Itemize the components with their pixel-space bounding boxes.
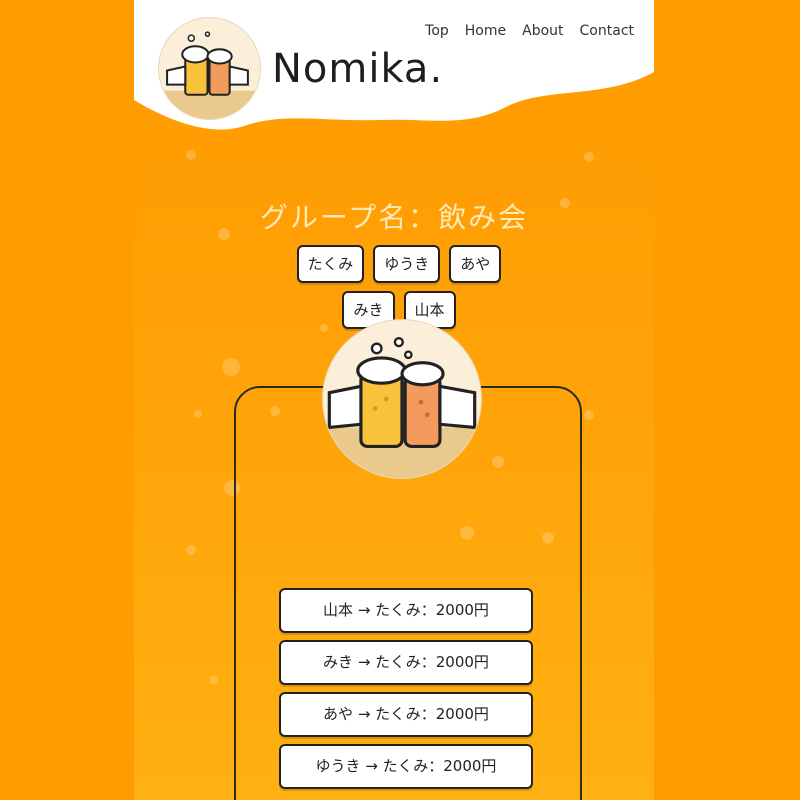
bubble-decoration [186, 545, 196, 555]
beer-toast-illustration-icon [323, 336, 481, 478]
nav-top[interactable]: Top [425, 23, 449, 39]
beer-toast-illustration [323, 320, 481, 478]
bubble-decoration [210, 676, 218, 684]
nav-home[interactable]: Home [465, 23, 506, 39]
member-chip[interactable]: あや [449, 245, 502, 283]
payment-item: みき → たくみ：2000円 [279, 640, 533, 685]
payment-item: 山本 → たくみ：2000円 [279, 588, 533, 633]
bubble-decoration [186, 150, 196, 160]
member-chip[interactable]: ゆうき [373, 245, 441, 283]
nav-about[interactable]: About [522, 23, 563, 39]
payment-item: あや → たくみ：2000円 [279, 692, 533, 737]
payment-item: ゆうき → たくみ：2000円 [279, 744, 533, 789]
main-nav: Top Home About Contact [425, 23, 634, 39]
bubble-decoration [584, 410, 594, 420]
nav-contact[interactable]: Contact [580, 23, 634, 39]
payment-list: 山本 → たくみ：2000円 みき → たくみ：2000円 あや → たくみ：2… [279, 588, 533, 789]
logo-icon[interactable] [159, 18, 260, 119]
member-chip[interactable]: たくみ [296, 245, 365, 283]
bubble-decoration [194, 410, 202, 418]
bubble-decoration [222, 358, 240, 376]
bubble-decoration [584, 152, 594, 162]
brand-name[interactable]: Nomika. [272, 46, 443, 92]
app-page: Nomika. Top Home About Contact グループ名：飲み会… [134, 0, 654, 800]
group-title: グループ名：飲み会 [259, 201, 529, 234]
beer-toast-logo-icon [159, 31, 260, 119]
member-list: たくみ ゆうき あや みき 山本 [284, 245, 514, 329]
